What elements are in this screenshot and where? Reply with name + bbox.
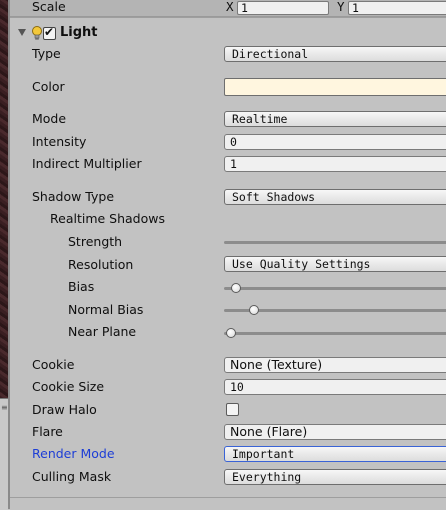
shadow-type-dropdown[interactable]: Soft Shadows bbox=[224, 189, 446, 205]
cookie-size-label: Cookie Size bbox=[32, 379, 105, 394]
scale-label: Scale bbox=[32, 0, 66, 14]
component-divider-bottom bbox=[10, 497, 446, 498]
realtime-shadows-label: Realtime Shadows bbox=[50, 211, 165, 226]
render-mode-dropdown[interactable]: Important bbox=[224, 446, 446, 462]
culling-mask-dropdown[interactable]: Everything bbox=[224, 469, 446, 485]
flare-object-field[interactable]: None (Flare) bbox=[224, 424, 446, 440]
scene-view-panel-corner: ≡ bbox=[0, 398, 8, 510]
scale-x-label[interactable]: X bbox=[226, 0, 234, 14]
component-divider bbox=[10, 17, 446, 18]
near-plane-label: Near Plane bbox=[68, 324, 137, 339]
mode-dropdown[interactable]: Realtime bbox=[224, 111, 446, 127]
light-enabled-checkbox[interactable] bbox=[43, 25, 56, 40]
resolution-dropdown[interactable]: Use Quality Settings bbox=[224, 256, 446, 272]
normal-bias-label: Normal Bias bbox=[68, 302, 144, 317]
scale-y-label[interactable]: Y bbox=[337, 0, 345, 14]
scale-y-field[interactable]: 1 bbox=[348, 1, 446, 15]
cookie-label: Cookie bbox=[32, 357, 75, 372]
draw-halo-label: Draw Halo bbox=[32, 402, 97, 417]
resolution-label: Resolution bbox=[68, 257, 134, 272]
indirect-multiplier-label: Indirect Multiplier bbox=[32, 156, 142, 171]
draw-halo-checkbox[interactable] bbox=[226, 403, 239, 416]
light-bulb-icon bbox=[32, 26, 42, 40]
normal-bias-slider-thumb[interactable] bbox=[248, 305, 259, 315]
culling-mask-label: Culling Mask bbox=[32, 469, 112, 484]
cookie-size-field[interactable]: 10 bbox=[224, 379, 446, 395]
mode-label: Mode bbox=[32, 111, 67, 126]
render-mode-label: Render Mode bbox=[32, 446, 115, 461]
strength-slider-track[interactable] bbox=[224, 241, 446, 244]
indirect-multiplier-field[interactable]: 1 bbox=[224, 156, 446, 172]
scale-x-field[interactable]: 1 bbox=[237, 1, 329, 15]
color-picker-field[interactable] bbox=[224, 78, 446, 96]
shadow-type-label: Shadow Type bbox=[32, 189, 115, 204]
bias-label: Bias bbox=[68, 279, 95, 294]
type-label: Type bbox=[32, 46, 61, 61]
near-plane-slider-thumb[interactable] bbox=[225, 328, 236, 338]
light-component-title: Light bbox=[60, 25, 98, 40]
strength-label: Strength bbox=[68, 234, 123, 249]
near-plane-slider-track[interactable] bbox=[224, 332, 446, 335]
drag-handle-icon: ≡ bbox=[1, 403, 8, 412]
cookie-object-field[interactable]: None (Texture) bbox=[224, 357, 446, 373]
type-dropdown[interactable]: Directional bbox=[224, 46, 446, 62]
color-label: Color bbox=[32, 79, 65, 94]
bias-slider-thumb[interactable] bbox=[230, 283, 241, 293]
foldout-arrow-icon[interactable] bbox=[18, 29, 26, 36]
intensity-field[interactable]: 0 bbox=[224, 134, 446, 150]
flare-label: Flare bbox=[32, 424, 63, 439]
intensity-label: Intensity bbox=[32, 134, 87, 149]
bias-slider-track[interactable] bbox=[224, 287, 446, 290]
